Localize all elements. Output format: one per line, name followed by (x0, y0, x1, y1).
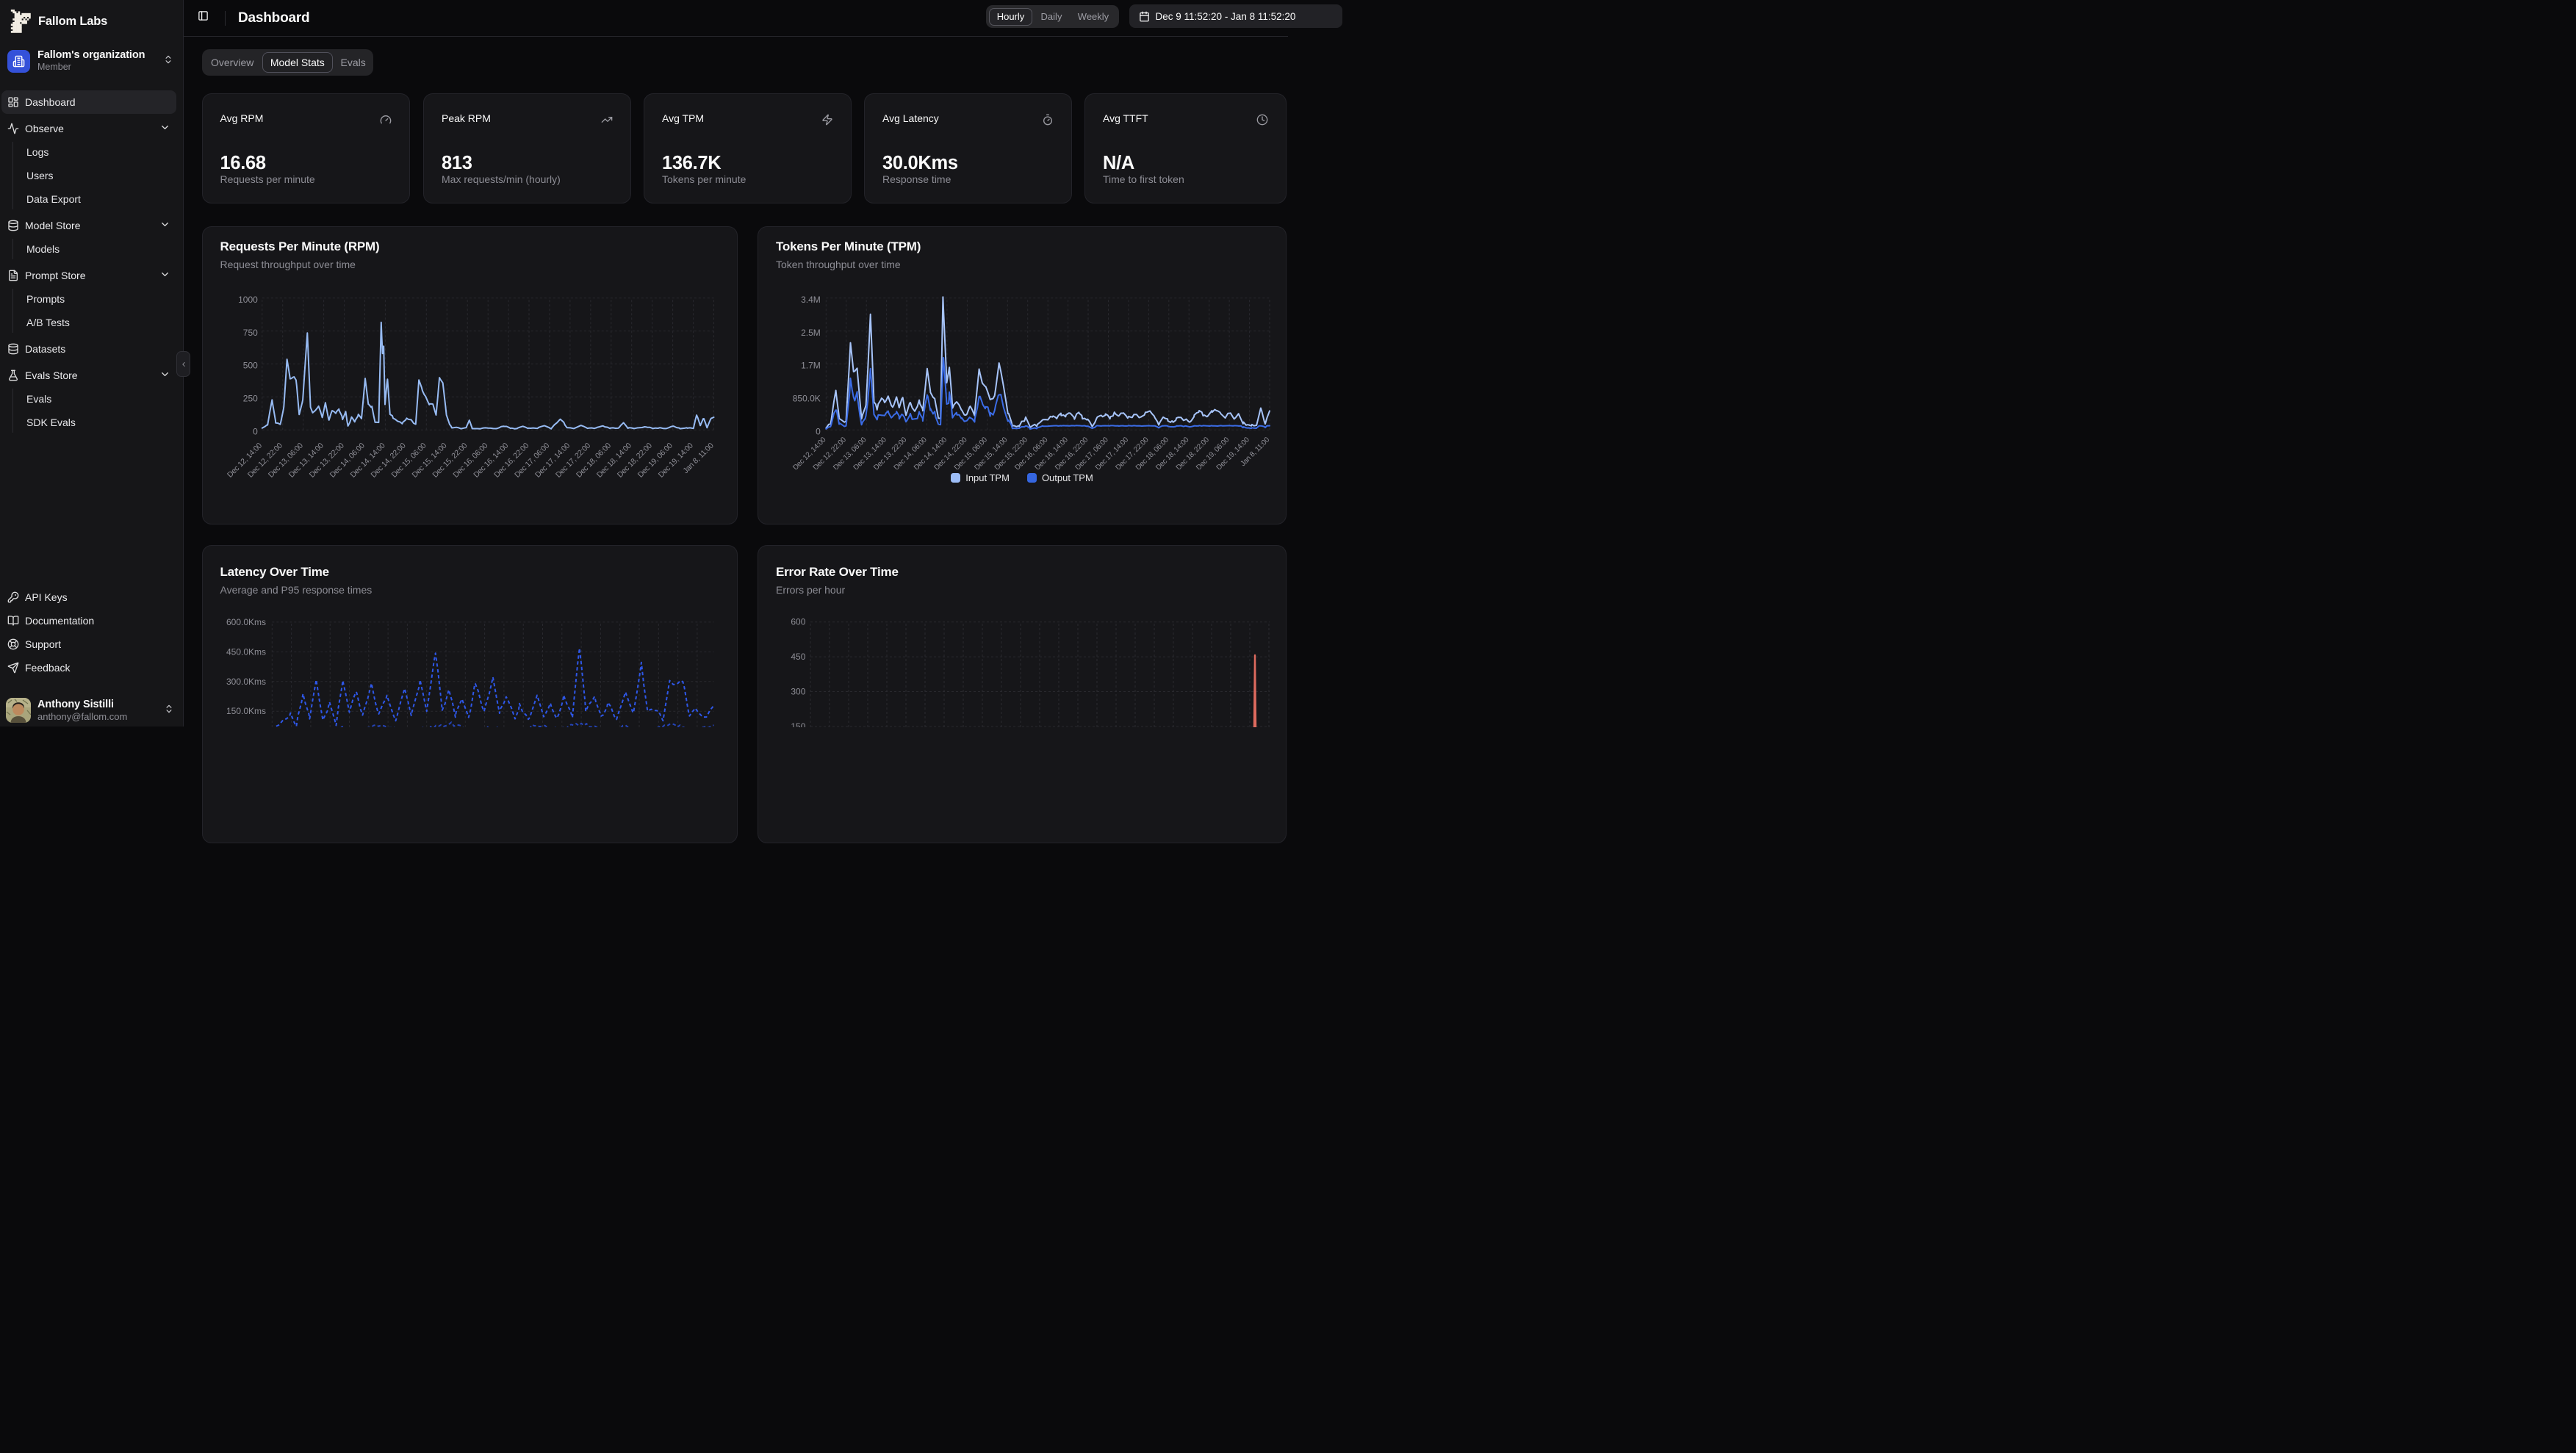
svg-text:750: 750 (242, 328, 257, 338)
svg-text:150: 150 (791, 721, 805, 727)
svg-text:250: 250 (242, 393, 257, 403)
svg-text:3.4M: 3.4M (801, 295, 821, 305)
svg-text:0: 0 (253, 426, 258, 436)
svg-text:500: 500 (242, 360, 257, 370)
svg-text:850.0K: 850.0K (793, 393, 821, 403)
svg-text:450: 450 (791, 652, 805, 662)
svg-text:600: 600 (791, 617, 805, 627)
svg-text:1.7M: 1.7M (801, 360, 821, 370)
svg-text:1000: 1000 (238, 295, 258, 305)
svg-text:150.0Kms: 150.0Kms (226, 706, 265, 716)
svg-text:450.0Kms: 450.0Kms (226, 647, 265, 657)
svg-text:0: 0 (816, 426, 821, 436)
svg-text:600.0Kms: 600.0Kms (226, 617, 265, 627)
svg-text:300: 300 (791, 687, 805, 697)
svg-text:2.5M: 2.5M (801, 328, 821, 338)
svg-text:300.0Kms: 300.0Kms (226, 677, 265, 687)
